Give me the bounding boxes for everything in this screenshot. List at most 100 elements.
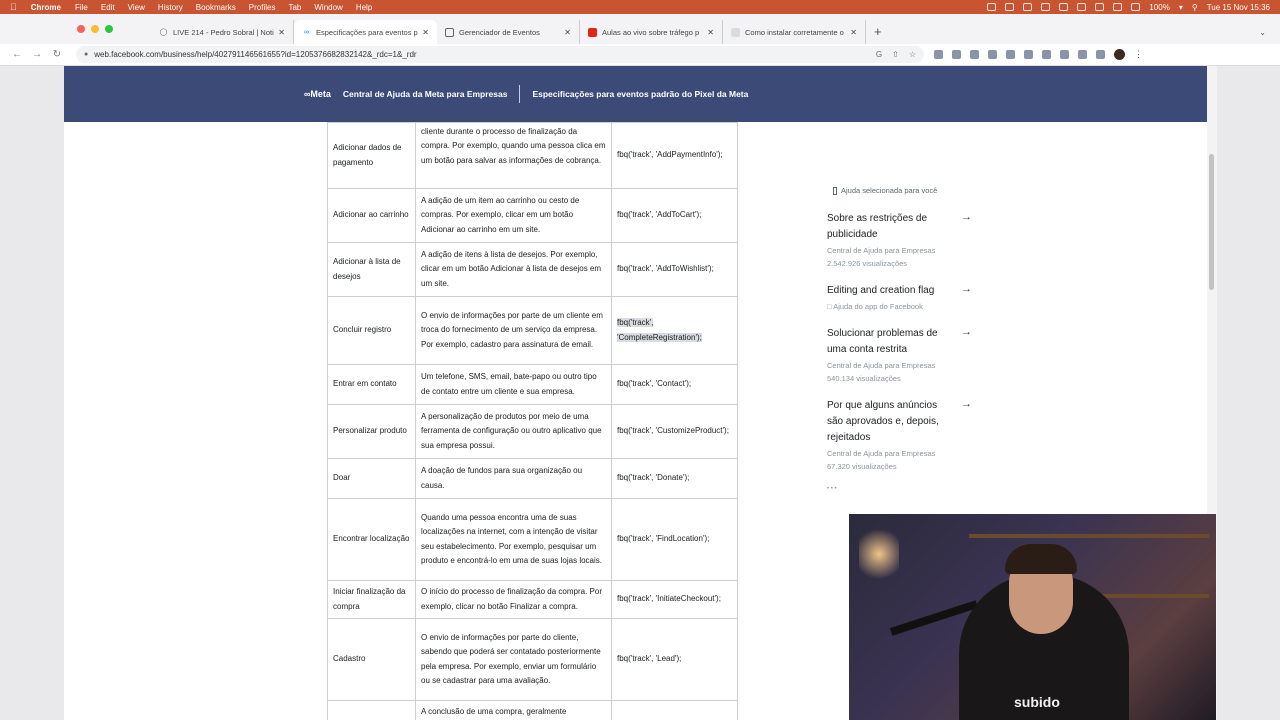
extension-icon[interactable]	[934, 50, 943, 59]
battery-level[interactable]: 100%	[1149, 3, 1169, 12]
bookmark-star-icon[interactable]: ☆	[909, 50, 916, 59]
status-app-icon[interactable]	[1077, 3, 1087, 11]
event-code: fbq('track', 'InitiateCheckout');	[611, 580, 738, 619]
extension-icon[interactable]	[1096, 50, 1105, 59]
macos-menu-bar:  Chrome File Edit View History Bookmark…	[0, 0, 1280, 14]
status-app-icon[interactable]	[1095, 3, 1105, 11]
status-app-icon[interactable]	[987, 3, 997, 11]
minimize-window-button[interactable]	[91, 25, 99, 33]
selected-code-text[interactable]: fbq('track', 'CompleteRegistration');	[617, 318, 702, 342]
search-icon[interactable]: ⚲	[1192, 3, 1198, 12]
extension-icon[interactable]	[1078, 50, 1087, 59]
browser-menu-icon[interactable]: ⋮	[1134, 49, 1143, 60]
carousel-pager[interactable]: • • •	[827, 486, 972, 492]
tab-how-to-install[interactable]: Como instalar corretamente o ✕	[723, 20, 866, 44]
article-title[interactable]: Sobre as restrições de publicidade	[827, 211, 947, 243]
tab-youtube-classes[interactable]: Aulas ao vivo sobre tráfego p ✕	[580, 20, 723, 44]
menu-history[interactable]: History	[158, 3, 183, 12]
arrow-right-icon[interactable]: →	[961, 326, 972, 358]
arrow-right-icon[interactable]: →	[961, 283, 972, 299]
event-description: A adição de um item ao carrinho ou cesto…	[415, 188, 612, 243]
wifi-icon[interactable]: ▾	[1179, 3, 1183, 12]
address-bar[interactable]: ● web.facebook.com/business/help/4027911…	[76, 46, 924, 63]
article-restricted-account[interactable]: Solucionar problemas de uma conta restri…	[827, 326, 972, 384]
menu-tab[interactable]: Tab	[288, 3, 301, 12]
table-row: Concluir registro O envio de informações…	[327, 296, 738, 365]
table-row: Iniciar finalização da compra O início d…	[327, 580, 738, 619]
webcam-shirt-text: subido	[1014, 694, 1060, 710]
close-window-button[interactable]	[77, 25, 85, 33]
tab-events-manager[interactable]: Gerenciador de Eventos ✕	[437, 20, 580, 44]
reload-icon[interactable]: ↻	[48, 49, 66, 60]
back-icon[interactable]: ←	[8, 49, 26, 60]
article-ads-rejected[interactable]: Por que alguns anúncios são aprovados e,…	[827, 398, 972, 472]
google-icon[interactable]: G	[876, 50, 882, 59]
close-tab-icon[interactable]: ✕	[707, 28, 714, 37]
article-row: Solucionar problemas de uma conta restri…	[827, 326, 972, 358]
zoom-window-button[interactable]	[105, 25, 113, 33]
status-app-icon[interactable]	[1005, 3, 1015, 11]
tab-title: Especificações para eventos p	[316, 27, 418, 37]
extension-icon[interactable]	[988, 50, 997, 59]
close-tab-icon[interactable]: ✕	[422, 28, 429, 37]
article-title[interactable]: Solucionar problemas de uma conta restri…	[827, 326, 947, 358]
status-app-icon[interactable]	[1023, 3, 1033, 11]
arrow-right-icon[interactable]: →	[961, 398, 972, 446]
forward-icon[interactable]: →	[28, 49, 46, 60]
status-app-icon[interactable]	[1059, 3, 1069, 11]
article-editing-flag[interactable]: Editing and creation flag → □ Ajuda do a…	[827, 283, 972, 312]
clock[interactable]: Tue 15 Nov 15:36	[1207, 3, 1270, 12]
page-title: Especificações para eventos padrão do Pi…	[532, 89, 749, 99]
meta-logo[interactable]: ∞Meta	[304, 89, 331, 99]
extension-icon[interactable]	[1042, 50, 1051, 59]
event-description: A doação de fundos para sua organização …	[415, 458, 612, 499]
new-tab-button[interactable]: +	[866, 24, 882, 44]
tab-meta-specs[interactable]: ∞ Especificações para eventos p ✕	[294, 20, 437, 44]
event-description: A conclusão de uma compra, geralmente	[415, 700, 612, 720]
extension-icon[interactable]	[1024, 50, 1033, 59]
article-ad-restrictions[interactable]: Sobre as restrições de publicidade → Cen…	[827, 211, 972, 269]
menu-status-area: 100% ▾ ⚲ Tue 15 Nov 15:36	[987, 3, 1270, 12]
scrollbar-thumb[interactable]	[1209, 154, 1214, 290]
table-row: Doar A doação de fundos para sua organiz…	[327, 458, 738, 499]
profile-avatar[interactable]	[1114, 49, 1125, 60]
menu-help[interactable]: Help	[356, 3, 372, 12]
event-description: A personalização de produtos por meio de…	[415, 404, 612, 459]
browser-tab-strip: ◯ LIVE 214 - Pedro Sobral | Noti ✕ ∞ Esp…	[0, 14, 1280, 44]
apple-icon[interactable]: 	[10, 2, 17, 12]
table-row: Personalizar produto A personalização de…	[327, 404, 738, 459]
url-text[interactable]: web.facebook.com/business/help/402791146…	[94, 50, 866, 59]
arrow-right-icon[interactable]: →	[961, 211, 972, 243]
event-code: fbq('track', 'Lead');	[611, 618, 738, 701]
status-app-icon[interactable]	[1131, 3, 1141, 11]
menu-edit[interactable]: Edit	[101, 3, 115, 12]
menu-profiles[interactable]: Profiles	[249, 3, 276, 12]
event-name: Cadastro	[327, 618, 416, 701]
share-icon[interactable]: ⇧	[892, 50, 899, 59]
status-app-icon[interactable]	[1113, 3, 1123, 11]
lock-icon[interactable]: ●	[84, 51, 88, 58]
close-tab-icon[interactable]: ✕	[564, 28, 571, 37]
extension-icon[interactable]	[970, 50, 979, 59]
event-description: O envio de informações por parte de um c…	[415, 296, 612, 365]
status-app-icon[interactable]	[1041, 3, 1051, 11]
close-tab-icon[interactable]: ✕	[850, 28, 857, 37]
event-description: cliente durante o processo de finalizaçã…	[415, 122, 612, 189]
help-center-link[interactable]: Central de Ajuda da Meta para Empresas	[343, 89, 508, 99]
youtube-icon	[588, 27, 597, 37]
extension-icon[interactable]	[952, 50, 961, 59]
close-tab-icon[interactable]: ✕	[278, 28, 285, 37]
tab-live-notion[interactable]: ◯ LIVE 214 - Pedro Sobral | Noti ✕	[151, 20, 294, 44]
menu-file[interactable]: File	[75, 3, 88, 12]
menu-view[interactable]: View	[128, 3, 145, 12]
menu-window[interactable]: Window	[314, 3, 342, 12]
article-title[interactable]: Por que alguns anúncios são aprovados e,…	[827, 398, 947, 446]
menu-app-name[interactable]: Chrome	[31, 3, 61, 12]
menu-bookmarks[interactable]: Bookmarks	[196, 3, 236, 12]
webcam-person-hair	[1005, 544, 1077, 574]
tab-title: Como instalar corretamente o	[745, 27, 844, 37]
extension-icon[interactable]	[1060, 50, 1069, 59]
article-title[interactable]: Editing and creation flag	[827, 283, 947, 299]
extension-icon[interactable]	[1006, 50, 1015, 59]
tab-search-chevron-icon[interactable]: ⌄	[1259, 28, 1266, 44]
